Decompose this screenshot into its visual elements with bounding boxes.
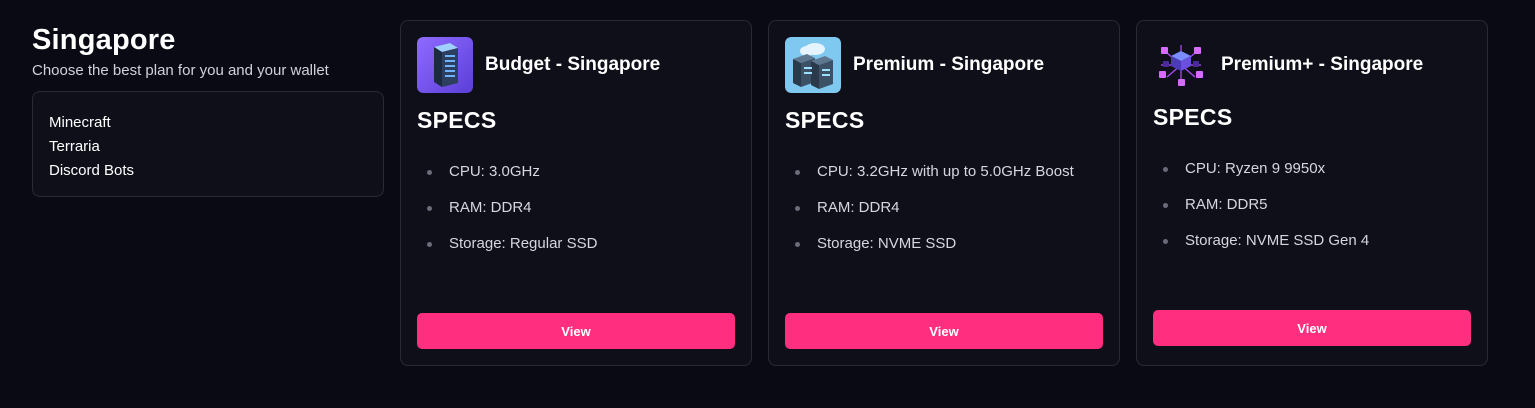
- cloud-server-icon: [785, 37, 841, 93]
- page-title: Singapore: [32, 24, 176, 56]
- specs-heading: SPECS: [785, 107, 865, 133]
- spec-item-storage: Storage: Regular SSD: [417, 235, 597, 253]
- server-rack-icon: [417, 37, 473, 93]
- specs-heading: SPECS: [417, 107, 497, 133]
- plan-title: Premium+ - Singapore: [1221, 54, 1424, 75]
- plan-card-header: Premium+ - Singapore: [1153, 37, 1423, 93]
- spec-item-storage: Storage: NVME SSD Gen 4: [1153, 232, 1369, 250]
- isometric-network-icon: [1153, 37, 1209, 93]
- spec-item-cpu: CPU: 3.0GHz: [417, 163, 597, 181]
- spec-item-cpu: CPU: Ryzen 9 9950x: [1153, 160, 1369, 178]
- plan-title: Premium - Singapore: [853, 54, 1045, 75]
- spec-item-ram: RAM: DDR4: [417, 199, 597, 217]
- specs-heading: SPECS: [1153, 104, 1233, 130]
- plan-card-header: Budget - Singapore: [417, 37, 660, 93]
- plan-card-premium: Premium - Singapore SPECS CPU: 3.2GHz wi…: [768, 20, 1120, 366]
- list-item: Discord Bots: [49, 162, 135, 179]
- spec-item-ram: RAM: DDR4: [785, 199, 1074, 217]
- view-button[interactable]: View: [417, 313, 735, 349]
- location-intro: Singapore Choose the best plan for you a…: [32, 24, 384, 197]
- plan-card-premium-plus: Premium+ - Singapore SPECS CPU: Ryzen 9 …: [1136, 20, 1488, 366]
- specs-list: CPU: 3.0GHz RAM: DDR4 Storage: Regular S…: [417, 163, 597, 271]
- list-item: Terraria: [49, 138, 100, 155]
- spec-item-storage: Storage: NVME SSD: [785, 235, 1074, 253]
- view-button[interactable]: View: [1153, 310, 1471, 346]
- plans-page: Singapore Choose the best plan for you a…: [0, 0, 1535, 408]
- supported-games-list: Minecraft Terraria Discord Bots: [32, 91, 384, 197]
- spec-item-cpu: CPU: 3.2GHz with up to 5.0GHz Boost: [785, 163, 1074, 181]
- plan-card-header: Premium - Singapore: [785, 37, 1044, 93]
- plan-title: Budget - Singapore: [485, 54, 661, 75]
- plan-card-budget: Budget - Singapore SPECS CPU: 3.0GHz RAM…: [400, 20, 752, 366]
- page-subtitle: Choose the best plan for you and your wa…: [32, 62, 329, 79]
- specs-list: CPU: 3.2GHz with up to 5.0GHz Boost RAM:…: [785, 163, 1074, 271]
- view-button[interactable]: View: [785, 313, 1103, 349]
- list-item: Minecraft: [49, 114, 111, 131]
- spec-item-ram: RAM: DDR5: [1153, 196, 1369, 214]
- specs-list: CPU: Ryzen 9 9950x RAM: DDR5 Storage: NV…: [1153, 160, 1369, 268]
